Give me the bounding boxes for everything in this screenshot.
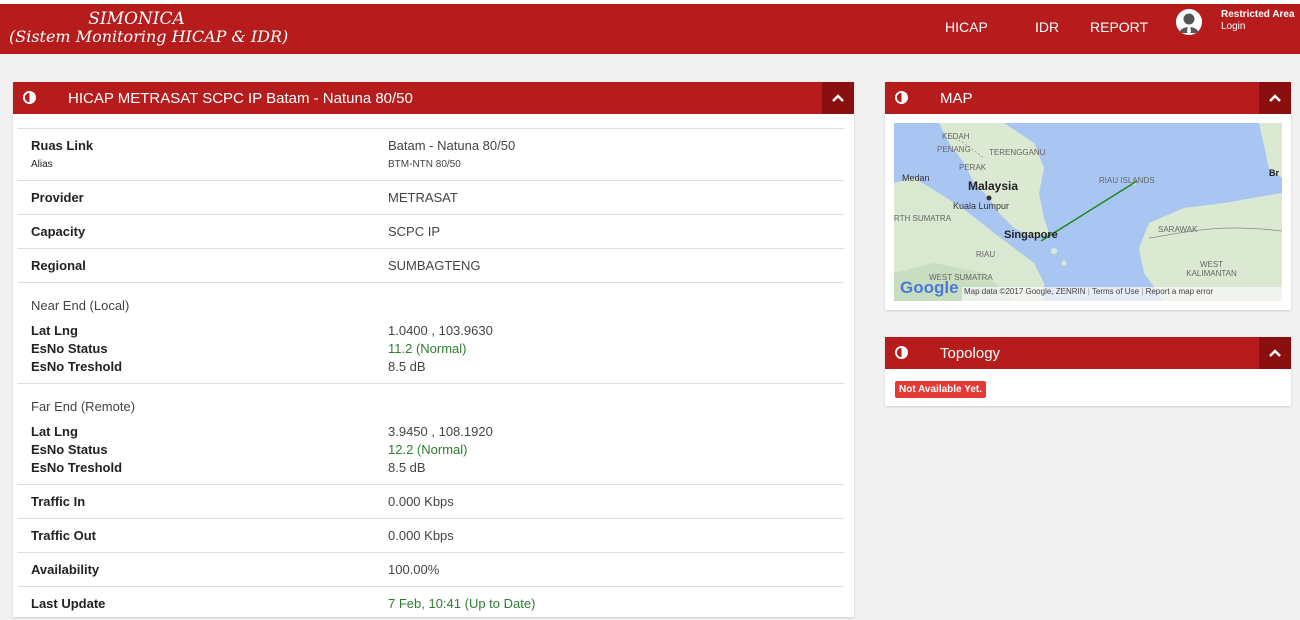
map-label-medan: Medan	[902, 173, 930, 183]
user-avatar-icon[interactable]	[1176, 9, 1202, 35]
nav-item-report[interactable]: REPORT	[1090, 4, 1148, 50]
collapse-button[interactable]	[822, 82, 854, 114]
row-provider: Provider METRASAT	[18, 180, 844, 214]
nav-hicap-label[interactable]: HICAP	[945, 19, 988, 35]
availability-label: Availability	[31, 562, 100, 577]
far-esno-threshold-label: EsNo Treshold	[31, 460, 123, 475]
map-label-penang: PENANG	[937, 145, 971, 154]
chevron-up-icon	[1269, 349, 1281, 357]
map-label-riau: RIAU	[976, 250, 996, 259]
report-map-error-link[interactable]: Report a map error	[1146, 287, 1214, 296]
traffic-out-value: 0.000 Kbps	[388, 528, 454, 543]
near-esno-status-value: 11.2 (Normal)	[388, 341, 467, 356]
far-latlng-label: Lat Lng	[31, 424, 78, 439]
nav-item-idr[interactable]: IDR	[1035, 4, 1059, 50]
topology-panel: Topology Not Available Yet.	[885, 337, 1291, 406]
far-esno-status-label: EsNo Status	[31, 442, 108, 457]
topology-panel-header: Topology	[885, 337, 1291, 369]
map-label-kedah: KEDAH	[942, 132, 970, 141]
far-esno-status-value: 12.2 (Normal)	[388, 442, 468, 457]
traffic-in-value: 0.000 Kbps	[388, 494, 454, 509]
alias-value: BTM-NTN 80/50	[388, 159, 461, 170]
near-latlng-label: Lat Lng	[31, 323, 78, 338]
regional-label: Regional	[31, 258, 86, 273]
capacity-label: Capacity	[31, 224, 86, 239]
map-label-north-sumatra: RTH SUMATRA	[894, 214, 952, 223]
near-latlng-value: 1.0400 , 103.9630	[388, 323, 493, 338]
map-panel-title: MAP	[940, 90, 973, 107]
restricted-area-label: Restricted Area	[1221, 9, 1295, 20]
chevron-up-icon	[1269, 94, 1281, 102]
traffic-out-label: Traffic Out	[31, 528, 97, 543]
last-update-value: 7 Feb, 10:41 (Up to Date)	[388, 596, 536, 611]
near-end-heading: Near End (Local)	[31, 298, 130, 313]
half-circle-icon	[895, 91, 908, 104]
far-esno-threshold-value: 8.5 dB	[388, 460, 426, 475]
half-circle-icon	[895, 346, 908, 359]
nav-idr-label[interactable]: IDR	[1035, 19, 1059, 35]
status-badge: Not Available Yet.	[895, 381, 986, 398]
brand-subtitle: (Sistem Monitoring HICAP & IDR)	[9, 27, 289, 46]
row-capacity: Capacity SCPC IP	[18, 214, 844, 248]
row-ruas-link: Ruas Link Alias Batam - Natuna 80/50 BTM…	[18, 128, 844, 180]
nav-item-hicap[interactable]: HICAP	[945, 4, 988, 50]
map-label-perak: PERAK	[959, 163, 987, 172]
map-label-west-kalimantan: WEST KALIMANTAN	[1186, 260, 1237, 278]
row-availability: Availability 100.00%	[18, 552, 844, 586]
ruas-link-value: Batam - Natuna 80/50	[388, 138, 516, 153]
row-far-end: Far End (Remote) Lat Lng 3.9450 , 108.19…	[18, 383, 844, 484]
map-attribution-bar: Map data ©2017 Google, ZENRIN | Terms of…	[962, 287, 1282, 301]
row-traffic-in: Traffic In 0.000 Kbps	[18, 484, 844, 518]
detail-panel-header: HICAP METRASAT SCPC IP Batam - Natuna 80…	[13, 82, 854, 114]
traffic-in-label: Traffic In	[31, 494, 86, 509]
regional-value: SUMBAGTENG	[388, 258, 481, 273]
login-label[interactable]: Login	[1221, 21, 1295, 33]
far-end-heading: Far End (Remote)	[31, 399, 136, 414]
top-navbar: SIMONICA (Sistem Monitoring HICAP & IDR)…	[0, 0, 1300, 54]
brand-logo[interactable]: SIMONICA (Sistem Monitoring HICAP & IDR)	[9, 9, 289, 46]
login-link[interactable]: Restricted Area Login	[1221, 9, 1295, 33]
map-view[interactable]: KEDAH PENANG TERENGGANU PERAK Medan Mala…	[894, 123, 1282, 301]
near-esno-status-label: EsNo Status	[31, 341, 108, 356]
row-traffic-out: Traffic Out 0.000 Kbps	[18, 518, 844, 552]
provider-value: METRASAT	[388, 190, 458, 205]
detail-panel-title: HICAP METRASAT SCPC IP Batam - Natuna 80…	[68, 90, 413, 107]
brand-title: SIMONICA	[88, 9, 185, 29]
availability-value: 100.00%	[388, 562, 440, 577]
map-collapse-button[interactable]	[1259, 82, 1291, 114]
provider-label: Provider	[31, 190, 84, 205]
last-update-label: Last Update	[31, 596, 106, 611]
far-latlng-value: 3.9450 , 108.1920	[388, 424, 493, 439]
topology-panel-title: Topology	[940, 345, 1001, 362]
near-esno-threshold-value: 8.5 dB	[388, 359, 426, 374]
google-logo[interactable]: Google	[900, 278, 959, 298]
row-last-update: Last Update 7 Feb, 10:41 (Up to Date)	[18, 586, 844, 620]
map-label-singapore: Singapore	[1004, 229, 1058, 241]
nav-report-label[interactable]: REPORT	[1090, 19, 1148, 35]
chevron-up-icon	[832, 94, 844, 102]
map-label-kuala-lumpur: Kuala Lumpur	[953, 201, 1010, 211]
map-label-riau-islands: RIAU ISLANDS	[1099, 176, 1155, 185]
terms-of-use-link[interactable]: Terms of Use	[1092, 287, 1139, 296]
ruas-link-label: Ruas Link	[31, 138, 94, 153]
map-label-terengganu: TERENGGANU	[989, 148, 1046, 157]
map-label-malaysia: Malaysia	[968, 179, 1019, 193]
details-table: Ruas Link Alias Batam - Natuna 80/50 BTM…	[18, 128, 844, 620]
alias-label: Alias	[31, 159, 53, 170]
near-esno-threshold-label: EsNo Treshold	[31, 359, 123, 374]
map-panel-header: MAP	[885, 82, 1291, 114]
map-label-sarawak: SARAWAK	[1158, 225, 1198, 234]
row-regional: Regional SUMBAGTENG	[18, 248, 844, 282]
map-attribution: Map data ©2017 Google, ZENRIN	[964, 287, 1086, 296]
map-panel: MAP KEDAH PENANG TERENGGANU PERAK Medan …	[885, 82, 1291, 310]
map-label-br: Br	[1269, 168, 1280, 178]
capacity-value: SCPC IP	[388, 224, 441, 239]
topology-collapse-button[interactable]	[1259, 337, 1291, 369]
half-circle-icon	[23, 91, 36, 104]
row-near-end: Near End (Local) Lat Lng 1.0400 , 103.96…	[18, 282, 844, 383]
detail-panel: HICAP METRASAT SCPC IP Batam - Natuna 80…	[13, 82, 854, 617]
